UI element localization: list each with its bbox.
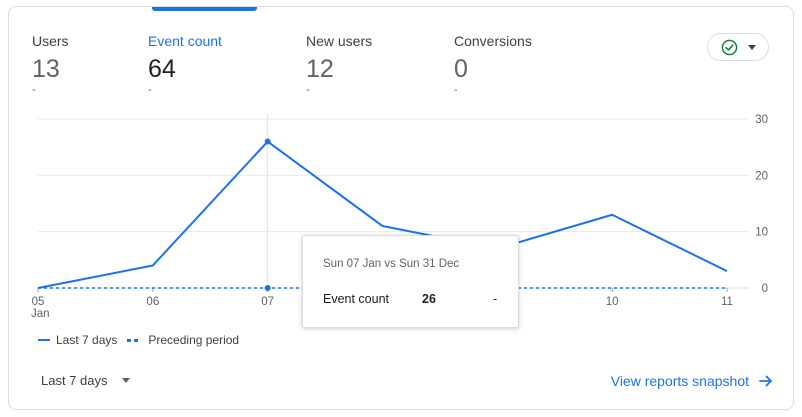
legend-item-preceding-period: Preceding period [127, 333, 239, 347]
y-tick-label: 20 [755, 170, 768, 182]
legend-solid-swatch [38, 339, 50, 341]
legend-item-last-7-days: Last 7 days [38, 333, 117, 347]
legend-dashed-swatch [127, 338, 142, 342]
chart-legend: Last 7 days Preceding period [38, 333, 249, 347]
tooltip-current-value: 26 [422, 292, 436, 306]
x-tick-label: 05 [32, 296, 45, 308]
x-tick-label: 07 [261, 296, 274, 308]
series-highlight-point [264, 138, 271, 145]
x-tick-label: 10 [606, 296, 619, 308]
overview-card: Users 13 - Event count 64 - New users 12… [8, 6, 794, 410]
tooltip-date-range: Sun 07 Jan vs Sun 31 Dec [323, 258, 460, 270]
tooltip-previous-value: - [493, 292, 498, 306]
legend-label: Preceding period [148, 333, 240, 347]
chart-tooltip: Sun 07 Jan vs Sun 31 Dec Event count 26 … [302, 235, 519, 328]
series-highlight-point [264, 285, 271, 291]
legend-label: Last 7 days [56, 333, 118, 347]
date-range-dropdown[interactable]: Last 7 days [41, 373, 130, 388]
date-range-label: Last 7 days [41, 373, 108, 388]
tooltip-metric-name: Event count [323, 292, 390, 306]
y-tick-label: 30 [755, 114, 768, 126]
arrow-right-icon [759, 375, 772, 387]
y-tick-label: 10 [755, 227, 768, 239]
x-tick-sublabel: Jan [31, 308, 50, 320]
caret-down-icon [121, 378, 130, 383]
view-reports-snapshot-link[interactable]: View reports snapshot [611, 373, 773, 389]
y-tick-label: 0 [762, 283, 768, 295]
snapshot-link-label: View reports snapshot [610, 373, 749, 389]
x-tick-label: 06 [146, 296, 159, 308]
x-tick-label: 11 [721, 296, 733, 308]
